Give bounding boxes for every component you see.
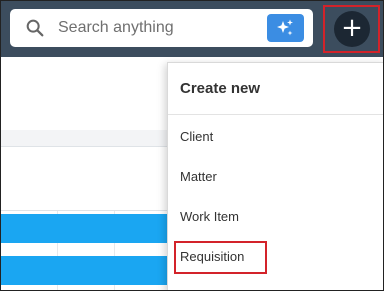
menu-item-work-item[interactable]: Work Item [168,197,383,237]
chart-bar [1,214,171,243]
content-divider [1,146,171,147]
chart-bar [1,256,171,285]
search-input[interactable]: Search anything [58,9,174,47]
search-icon [26,19,44,37]
menu-header: Create new [168,63,383,115]
menu-title: Create new [180,80,261,97]
content-divider [1,210,171,211]
menu-item-client[interactable]: Client [168,117,383,157]
table-header-band [1,130,171,146]
highlight-requisition [174,241,267,274]
menu-item-matter[interactable]: Matter [168,157,383,197]
highlight-add-button [323,5,380,53]
app-window: Search anything + Create new Client Matt… [0,0,384,291]
sparkle-icon [277,19,293,36]
ai-search-button[interactable] [267,14,304,42]
